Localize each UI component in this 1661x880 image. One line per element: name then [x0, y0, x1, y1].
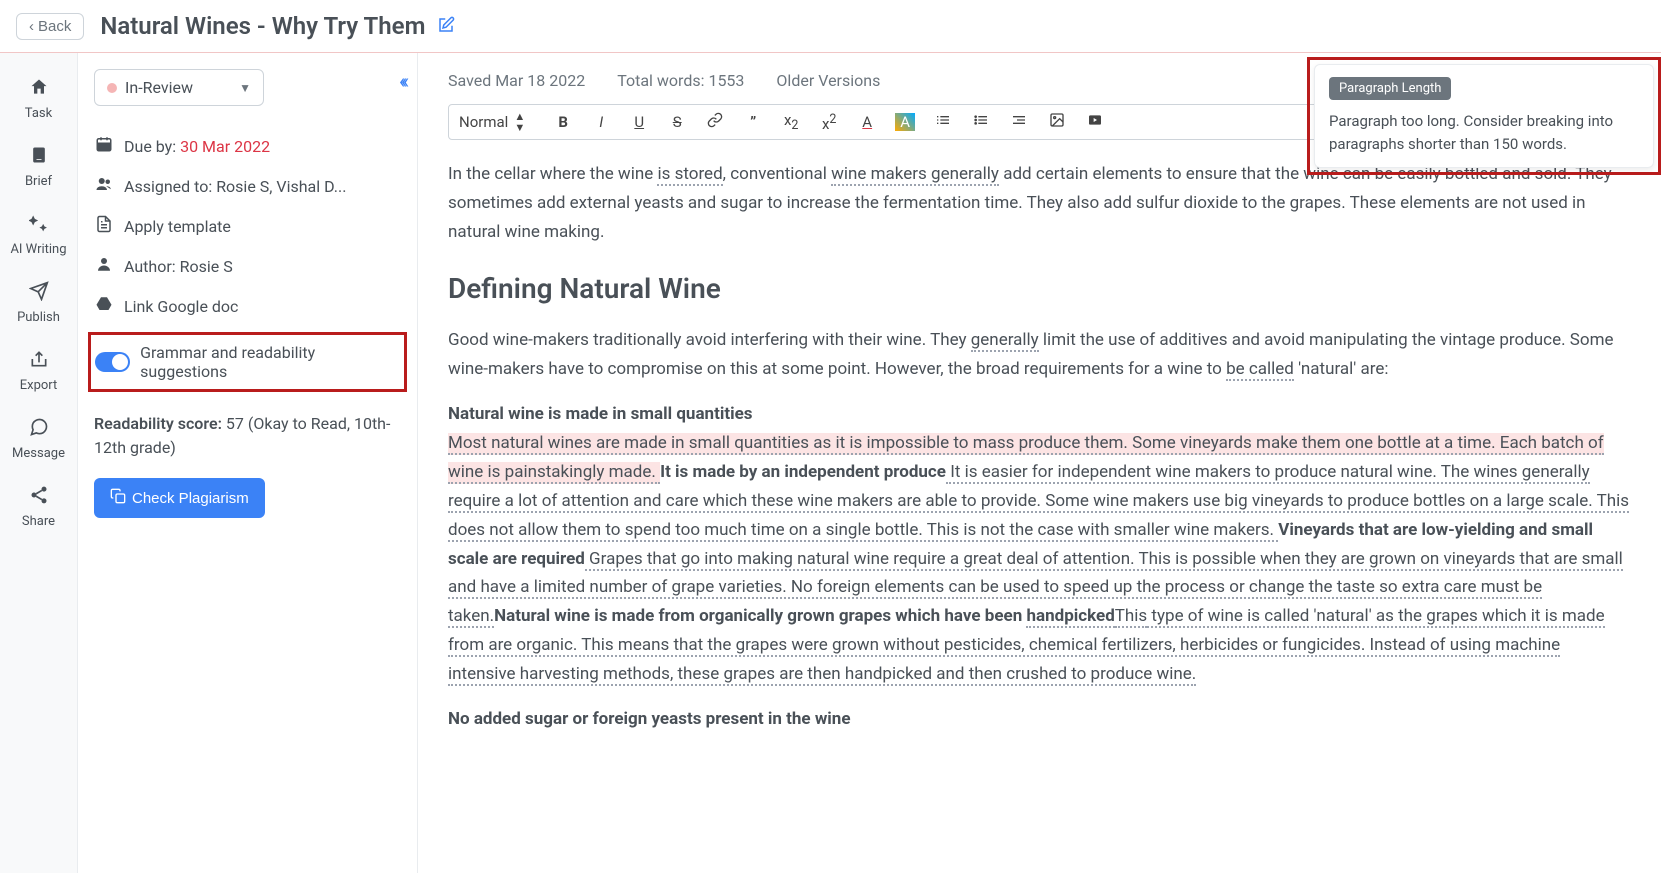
- gdrive-icon: [94, 295, 114, 317]
- image-button[interactable]: [1047, 112, 1067, 132]
- page-title: Natural Wines - Why Try Them: [100, 12, 425, 40]
- quote-button[interactable]: ”: [743, 113, 763, 131]
- iconbar-task-label: Task: [25, 106, 52, 121]
- saved-text: Saved Mar 18 2022: [448, 71, 585, 90]
- highlight-button[interactable]: A: [895, 113, 915, 131]
- collapse-icon[interactable]: ‹‹‹: [399, 69, 405, 93]
- unordered-list-button[interactable]: [971, 112, 991, 132]
- template-row[interactable]: Apply template: [94, 206, 401, 246]
- author-name: Rosie S: [180, 257, 233, 276]
- heading-defining[interactable]: Defining Natural Wine: [448, 265, 1631, 313]
- calendar-icon: [94, 135, 114, 157]
- status-dot-icon: [107, 83, 117, 93]
- users-icon: [94, 175, 114, 197]
- export-icon: [29, 349, 49, 374]
- iconbar-share-label: Share: [22, 514, 55, 529]
- gdoc-row[interactable]: Link Google doc: [94, 286, 401, 326]
- iconbar-export[interactable]: Export: [0, 337, 77, 405]
- home-icon: [29, 77, 49, 102]
- italic-button[interactable]: I: [591, 113, 611, 131]
- popup-text: Paragraph too long. Consider breaking in…: [1329, 110, 1639, 155]
- document-content[interactable]: In the cellar where the wine is stored, …: [448, 160, 1631, 734]
- assigned-to: Rosie S, Vishal D...: [216, 177, 346, 196]
- paragraph-3[interactable]: Natural wine is made in small quantities…: [448, 400, 1631, 689]
- popup-badge: Paragraph Length: [1329, 77, 1451, 100]
- bold-button[interactable]: B: [553, 113, 573, 131]
- word-count: Total words: 1553: [617, 71, 744, 90]
- due-label: Due by:: [124, 137, 180, 156]
- assigned-label: Assigned to:: [124, 177, 216, 196]
- text-color-button[interactable]: A: [857, 113, 877, 131]
- iconbar-message-label: Message: [12, 446, 65, 461]
- back-button[interactable]: ‹ Back: [16, 13, 84, 40]
- iconbar-brief[interactable]: Brief: [0, 133, 77, 201]
- grammar-toggle-label: Grammar and readability suggestions: [140, 343, 400, 381]
- editor: Paragraph Length Paragraph too long. Con…: [418, 53, 1661, 873]
- status-select[interactable]: In-Review ▼: [94, 69, 264, 106]
- p4-bold: No added sugar or foreign yeasts present…: [448, 709, 851, 729]
- iconbar-share[interactable]: Share: [0, 473, 77, 541]
- grammar-toggle[interactable]: [95, 352, 130, 372]
- indent-button[interactable]: [1009, 112, 1029, 132]
- author-label: Author:: [124, 257, 180, 276]
- chevron-down-icon: ▼: [239, 81, 251, 95]
- style-label: Normal: [459, 113, 508, 131]
- due-row: Due by: 30 Mar 2022: [94, 126, 401, 166]
- due-date: 30 Mar 2022: [180, 137, 270, 156]
- grammar-toggle-highlight: Grammar and readability suggestions: [88, 332, 407, 392]
- magic-icon: [29, 213, 49, 238]
- iconbar-ai-label: AI Writing: [10, 242, 66, 257]
- iconbar-export-label: Export: [20, 378, 58, 393]
- share-icon: [29, 485, 49, 510]
- p3-bold1: Natural wine is made in small quantities: [448, 404, 753, 424]
- author-row: Author: Rosie S: [94, 246, 401, 286]
- apply-template-label: Apply template: [124, 217, 231, 236]
- tablet-icon: [29, 145, 49, 170]
- assigned-row: Assigned to: Rosie S, Vishal D...: [94, 166, 401, 206]
- underline-button[interactable]: U: [629, 113, 649, 131]
- paragraph-4[interactable]: No added sugar or foreign yeasts present…: [448, 705, 1631, 734]
- popup-highlight: Paragraph Length Paragraph too long. Con…: [1307, 57, 1661, 175]
- ordered-list-button[interactable]: [933, 112, 953, 132]
- user-icon: [94, 255, 114, 277]
- page-title-wrap: Natural Wines - Why Try Them: [100, 12, 455, 40]
- message-icon: [29, 417, 49, 442]
- iconbar-message[interactable]: Message: [0, 405, 77, 473]
- older-versions-link[interactable]: Older Versions: [776, 71, 880, 90]
- iconbar-task[interactable]: Task: [0, 65, 77, 133]
- iconbar-ai-writing[interactable]: AI Writing: [0, 201, 77, 269]
- check-plagiarism-button[interactable]: Check Plagiarism: [94, 478, 265, 518]
- readability-label: Readability score:: [94, 414, 226, 433]
- document-icon: [94, 215, 114, 237]
- edit-icon[interactable]: [437, 19, 455, 38]
- iconbar: Task Brief AI Writing Publish Export: [0, 53, 78, 873]
- superscript-button[interactable]: x2: [819, 112, 839, 133]
- iconbar-publish-label: Publish: [17, 310, 60, 325]
- video-button[interactable]: [1085, 112, 1105, 132]
- sidepanel: ‹‹‹ In-Review ▼ Due by: 30 Mar 2022 Assi…: [78, 53, 418, 873]
- plagiarism-label: Check Plagiarism: [132, 490, 249, 507]
- suggestion-popup: Paragraph Length Paragraph too long. Con…: [1314, 64, 1654, 168]
- iconbar-publish[interactable]: Publish: [0, 269, 77, 337]
- subscript-button[interactable]: x2: [781, 111, 801, 133]
- paragraph-2[interactable]: Good wine-makers traditionally avoid int…: [448, 326, 1631, 384]
- topbar: ‹ Back Natural Wines - Why Try Them: [0, 0, 1661, 53]
- chevron-left-icon: ‹: [29, 18, 34, 35]
- copy-icon: [110, 488, 126, 508]
- link-gdoc-label: Link Google doc: [124, 297, 238, 316]
- iconbar-brief-label: Brief: [25, 174, 52, 189]
- status-label: In-Review: [125, 78, 193, 97]
- send-icon: [29, 281, 49, 306]
- select-caret-icon: ▲▼: [514, 111, 525, 133]
- style-select[interactable]: Normal ▲▼: [459, 111, 535, 133]
- readability-score: Readability score: 57 (Okay to Read, 10t…: [94, 412, 401, 460]
- link-button[interactable]: [705, 112, 725, 132]
- back-label: Back: [38, 18, 71, 35]
- strike-button[interactable]: S: [667, 113, 687, 131]
